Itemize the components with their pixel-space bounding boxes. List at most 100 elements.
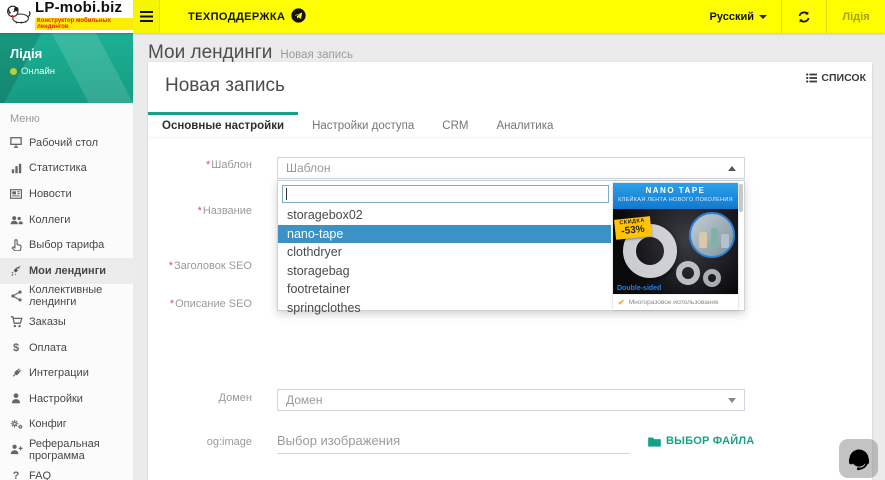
label-template: *Шаблон [148,159,252,171]
sidebar-item-referral[interactable]: Реферальная программа [0,437,133,463]
refresh-button[interactable] [782,0,826,33]
main-content: Мои лендинги Новая запись Новая запись С… [133,33,885,480]
brand-logo[interactable]: LP-mobi.biz Конструктор мобильных лендин… [0,0,133,33]
label-name: *Название [148,205,252,217]
sidebar-item-label: Статистика [29,162,87,174]
header-user-button[interactable]: Лідія [827,0,885,33]
top-header: LP-mobi.biz Конструктор мобильных лендин… [0,0,885,33]
label-domain: Домен [148,392,252,404]
label-seo-title: *Заголовок SEO [148,260,252,272]
faq-icon: ? [9,470,23,480]
list-button[interactable]: СПИСОК [806,72,866,84]
user-name: Лідія [10,46,133,61]
support-button[interactable]: ТЕХПОДДЕРЖКА [174,0,320,33]
chevron-down-icon [728,398,736,403]
dropdown-option-clothdryer[interactable]: clothdryer [278,243,611,262]
sidebar-item-payment[interactable]: $Оплата [0,335,133,361]
template-preview: NANO TAPE КЛЕЙКАЯ ЛЕНТА НОВОГО ПОКОЛЕНИЯ… [613,183,738,310]
check-icon: ✔ [618,298,625,307]
preview-header: NANO TAPE КЛЕЙКАЯ ЛЕНТА НОВОГО ПОКОЛЕНИЯ [613,183,738,209]
card-title: Новая запись [165,75,285,97]
preview-inset-photo [689,212,735,258]
news-icon [9,189,23,199]
preview-title: NANO TAPE [613,186,738,195]
sidebar-item-settings[interactable]: Настройки [0,386,133,412]
sidebar-item-label: Мои лендинги [29,265,106,277]
sidebar-item-label: Заказы [29,316,66,328]
label-seo-description: *Описание SEO [148,298,252,310]
folder-icon [648,436,661,447]
sidebar-item-news[interactable]: Новости [0,181,133,207]
dropdown-options: storagebox02nano-tapeclothdryerstorageba… [278,206,611,318]
breadcrumb-subtitle: Новая запись [280,49,353,61]
page-title: Мои лендинги [148,42,272,64]
sidebar-item-orders[interactable]: Заказы [0,309,133,335]
tab-основные-настройки[interactable]: Основные настройки [148,112,298,137]
label-og-image: og:image [148,436,252,448]
language-selector[interactable]: Русский [696,0,781,33]
refresh-icon [797,10,811,24]
dropdown-option-storagebox02[interactable]: storagebox02 [278,206,611,225]
og-image-input[interactable]: Выбор изображения [277,428,630,454]
choose-file-button[interactable]: ВЫБОР ФАЙЛА [648,435,754,447]
dropdown-option-springclothes[interactable]: springclothes [278,299,611,318]
language-label: Русский [710,11,754,23]
user-panel: Лідія Онлайн [0,33,133,103]
sidebar-item-label: Рабочий стол [29,137,98,149]
sidebar-item-label: Новости [29,188,72,200]
dog-logo-icon [5,3,31,30]
breadcrumb: Мои лендинги Новая запись [133,33,885,64]
sidebar-item-landings[interactable]: Мои лендинги [0,258,133,284]
collective-icon [9,290,23,302]
tab-аналитика[interactable]: Аналитика [482,112,567,137]
template-select[interactable]: Шаблон [277,157,745,179]
sidebar-item-colleagues[interactable]: Коллеги [0,207,133,233]
tabs: Основные настройкиНастройки доступаCRMАн… [148,112,872,138]
integrations-icon [9,367,23,379]
dropdown-scrollbar[interactable] [739,184,743,212]
brand-tagline: Конструктор мобильных лендингов [35,18,133,30]
header-spacer [320,0,695,33]
sidebar-item-label: Коллективные лендинги [29,284,133,308]
dropdown-option-footretainer[interactable]: footretainer [278,280,611,299]
config-icon [9,419,23,430]
sidebar-item-faq[interactable]: ? FAQ [0,463,133,480]
sidebar-item-tariff[interactable]: Выбор тарифа [0,232,133,258]
list-icon [806,73,817,83]
payment-icon: $ [9,342,23,354]
sidebar-item-desktop[interactable]: Рабочий стол [0,130,133,156]
sidebar-item-label: Выбор тарифа [29,239,104,251]
dropdown-option-nano-tape[interactable]: nano-tape [278,225,611,244]
sidebar-item-integrations[interactable]: Интеграции [0,360,133,386]
new-record-card: Новая запись СПИСОК Основные настройкиНа… [148,62,872,480]
dropdown-option-storagebag[interactable]: storagebag [278,262,611,281]
sidebar-item-label: Коллеги [29,214,70,226]
telegram-icon [291,8,306,26]
hamburger-icon[interactable] [133,0,160,33]
chevron-up-icon [728,166,736,171]
sidebar-item-label: Интеграции [29,367,89,379]
sidebar-item-label: Настройки [29,393,83,405]
sidebar-item-collective[interactable]: Коллективные лендинги [0,284,133,310]
discount-badge: СКИДКА -53% [614,216,651,240]
sidebar-item-config[interactable]: Конфиг [0,412,133,438]
brand-name: LP-mobi.biz [35,0,133,15]
sidebar-item-label: FAQ [29,470,51,480]
preview-caption: Double-sided [617,285,661,292]
support-label: ТЕХПОДДЕРЖКА [188,11,285,23]
colleagues-icon [9,215,23,225]
header-bar: ТЕХПОДДЕРЖКА Русский [133,0,885,33]
preview-feature-row: ✔ Многоразовое использование [613,294,738,310]
domain-select[interactable]: Домен [277,389,745,411]
landings-icon [9,265,23,277]
sidebar-item-stats[interactable]: Статистика [0,156,133,182]
stats-icon [9,163,23,174]
desktop-icon [9,137,23,148]
menu-section-label: Меню [0,103,133,130]
support-chat-widget[interactable] [839,439,878,478]
orders-icon [9,316,23,328]
tab-настройки-доступа[interactable]: Настройки доступа [298,112,428,137]
dropdown-search-input[interactable] [282,185,609,203]
sidebar: Лідія Онлайн Меню Рабочий стол Статистика… [0,33,133,480]
tab-crm[interactable]: CRM [428,112,482,137]
